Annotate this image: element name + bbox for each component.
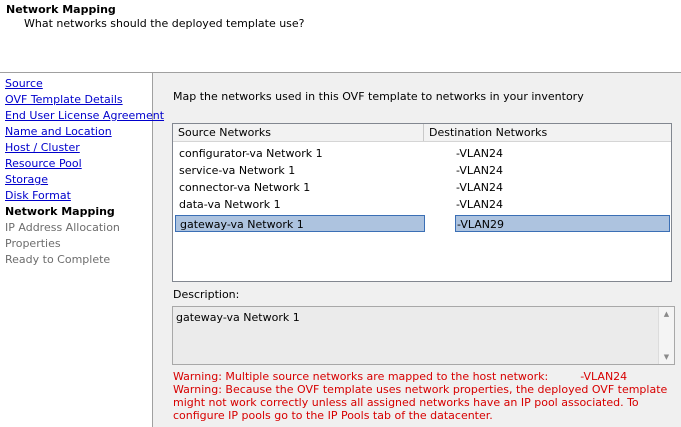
sidebar-item-ip-address-allocation: IP Address Allocation (5, 221, 120, 234)
sidebar-item-ovf-template-details[interactable]: OVF Template Details (5, 93, 123, 106)
redacted-region (548, 372, 581, 382)
column-header-source-networks[interactable]: Source Networks (173, 124, 424, 141)
sidebar-item-disk-format[interactable]: Disk Format (5, 189, 71, 202)
sidebar-item-name-and-location[interactable]: Name and Location (5, 125, 112, 138)
sidebar-item-properties: Properties (5, 237, 61, 250)
table-row[interactable]: connector-va Network 1 -VLAN24 (173, 179, 671, 196)
source-network-cell: connector-va Network 1 (179, 181, 311, 194)
sidebar-item-storage[interactable]: Storage (5, 173, 48, 186)
page-subtitle: What networks should the deployed templa… (24, 17, 305, 30)
mapping-instructions: Map the networks used in this OVF templa… (173, 90, 584, 103)
sidebar-item-network-mapping: Network Mapping (5, 205, 115, 218)
wizard-header: Network Mapping What networks should the… (0, 0, 681, 73)
source-network-cell: data-va Network 1 (179, 198, 281, 211)
table-row-selected[interactable]: gateway-va Network 1 -VLAN29 (173, 215, 671, 232)
table-row[interactable]: data-va Network 1 -VLAN24 (173, 196, 671, 213)
sidebar-item-source[interactable]: Source (5, 77, 43, 90)
scroll-down-arrow-icon[interactable]: ▼ (659, 351, 674, 363)
sidebar-item-host-cluster[interactable]: Host / Cluster (5, 141, 80, 154)
warning-ip-pool: Warning: Because the OVF template uses n… (173, 383, 668, 422)
source-network-cell: configurator-va Network 1 (179, 147, 323, 160)
sidebar-item-ready-to-complete: Ready to Complete (5, 253, 111, 266)
table-row[interactable]: service-va Network 1 -VLAN24 (173, 162, 671, 179)
destination-network-cell[interactable]: -VLAN24 (455, 196, 670, 213)
destination-network-cell[interactable]: -VLAN24 (455, 162, 670, 179)
sidebar-item-resource-pool[interactable]: Resource Pool (5, 157, 82, 170)
page-title: Network Mapping (6, 3, 116, 16)
scroll-up-arrow-icon[interactable]: ▲ (659, 308, 674, 320)
description-box: gateway-va Network 1 ▲ ▼ (172, 306, 675, 365)
description-scrollbar[interactable]: ▲ ▼ (658, 307, 674, 364)
wizard-steps-sidebar: Source OVF Template Details End User Lic… (0, 73, 164, 427)
table-row[interactable]: configurator-va Network 1 -VLAN24 (173, 145, 671, 162)
warning-network-name: -VLAN24 (580, 370, 628, 383)
network-mapping-table: Source Networks Destination Networks con… (172, 123, 672, 282)
warning-multiple-mapping-text: Warning: Multiple source networks are ma… (173, 370, 549, 383)
column-header-destination-networks[interactable]: Destination Networks (424, 124, 671, 141)
source-network-cell: service-va Network 1 (179, 164, 296, 177)
destination-network-cell[interactable]: -VLAN24 (455, 145, 670, 162)
description-text: gateway-va Network 1 (176, 311, 300, 324)
description-label: Description: (173, 288, 240, 301)
destination-network-dropdown[interactable]: -VLAN29 (455, 215, 670, 232)
warning-multiple-mapping: Warning: Multiple source networks are ma… (173, 370, 627, 383)
destination-network-cell[interactable]: -VLAN24 (455, 179, 670, 196)
sidebar-item-eula[interactable]: End User License Agreement (5, 109, 164, 122)
source-network-cell: gateway-va Network 1 (175, 215, 425, 232)
table-header: Source Networks Destination Networks (173, 124, 671, 142)
